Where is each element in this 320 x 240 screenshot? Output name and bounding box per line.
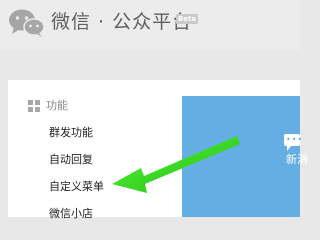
beta-badge: Beta bbox=[176, 14, 199, 24]
sidebar-item-custom-menu[interactable]: 自定义菜单 bbox=[49, 180, 104, 194]
wechat-logo-icon bbox=[9, 9, 45, 37]
main-panel: 功能 群发功能 自动回复 自定义菜单 微信小店 ••• 新消 bbox=[8, 80, 308, 220]
chat-bubble-icon: ••• bbox=[284, 134, 304, 151]
content-area: ••• 新消 bbox=[182, 96, 308, 217]
top-header: 微信 · 公众平台 Beta bbox=[0, 0, 300, 50]
sidebar-section-features: 功能 bbox=[28, 99, 68, 113]
sidebar-item-mass-send[interactable]: 群发功能 bbox=[49, 126, 93, 140]
sidebar-item-auto-reply[interactable]: 自动回复 bbox=[49, 153, 93, 167]
sidebar-item-wechat-store[interactable]: 微信小店 bbox=[49, 207, 93, 221]
new-message-card[interactable]: ••• 新消 bbox=[182, 96, 308, 217]
sidebar: 功能 群发功能 自动回复 自定义菜单 微信小店 bbox=[8, 80, 168, 220]
new-message-label: 新消 bbox=[286, 153, 308, 166]
grid-icon bbox=[28, 100, 40, 112]
brand-title: 微信 · 公众平台 bbox=[51, 11, 193, 33]
sidebar-section-label: 功能 bbox=[46, 99, 68, 112]
